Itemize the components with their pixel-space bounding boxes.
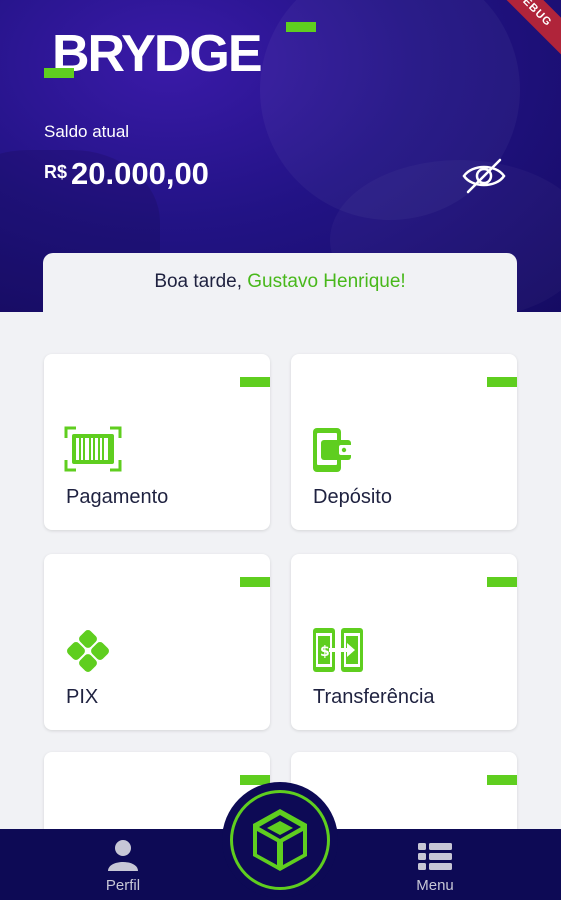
action-card-deposito[interactable]: Depósito bbox=[291, 354, 517, 530]
action-card-pix[interactable]: PIX bbox=[44, 554, 270, 730]
svg-text:$: $ bbox=[320, 644, 330, 660]
cube-icon bbox=[253, 809, 307, 871]
action-card-pagamento[interactable]: Pagamento bbox=[44, 354, 270, 530]
balance-label: Saldo atual bbox=[44, 122, 130, 141]
eye-off-icon bbox=[462, 158, 506, 194]
card-accent bbox=[240, 577, 270, 587]
action-card-transferencia[interactable]: $ Transferência bbox=[291, 554, 517, 730]
nav-menu-button[interactable]: Menu bbox=[390, 835, 480, 897]
logo-accent bbox=[286, 22, 316, 32]
list-menu-icon bbox=[418, 843, 452, 870]
card-accent bbox=[240, 377, 270, 387]
logo-text: BRYDGE bbox=[52, 25, 263, 83]
balance-value: 20.000,00 bbox=[71, 156, 209, 191]
nav-profile-label: Perfil bbox=[105, 877, 141, 894]
action-card-label: Depósito bbox=[313, 486, 392, 508]
logo-accent bbox=[44, 68, 74, 78]
nav-menu-label: Menu bbox=[416, 877, 454, 894]
barcode-payment-icon bbox=[64, 426, 122, 472]
greeting-user-name: Gustavo Henrique! bbox=[247, 271, 406, 292]
nav-profile-button[interactable]: Perfil bbox=[78, 835, 168, 897]
balance-currency: R$ bbox=[44, 162, 68, 182]
action-card-label: PIX bbox=[66, 686, 99, 708]
greeting: Boa tarde, Gustavo Henrique! bbox=[43, 253, 517, 312]
card-accent bbox=[487, 377, 517, 387]
card-accent bbox=[487, 775, 517, 785]
action-card-label: Pagamento bbox=[66, 486, 169, 508]
balance-amount: R$ 20.000,00 bbox=[44, 156, 209, 192]
transfer-phone-icon: $ bbox=[313, 628, 363, 672]
brand-logo: BRYDGE bbox=[44, 22, 320, 83]
greeting-prefix: Boa tarde, bbox=[154, 271, 248, 292]
pix-icon bbox=[67, 630, 109, 672]
toggle-balance-visibility-button[interactable] bbox=[460, 156, 508, 196]
action-card-label: Transferência bbox=[313, 686, 435, 708]
wallet-phone-icon bbox=[313, 428, 353, 472]
header: DEBUG BRYDGE Saldo atual R$ 20.000,00 Boa… bbox=[0, 0, 561, 312]
card-accent bbox=[487, 577, 517, 587]
center-action-button[interactable] bbox=[230, 790, 330, 890]
person-icon bbox=[108, 840, 138, 871]
